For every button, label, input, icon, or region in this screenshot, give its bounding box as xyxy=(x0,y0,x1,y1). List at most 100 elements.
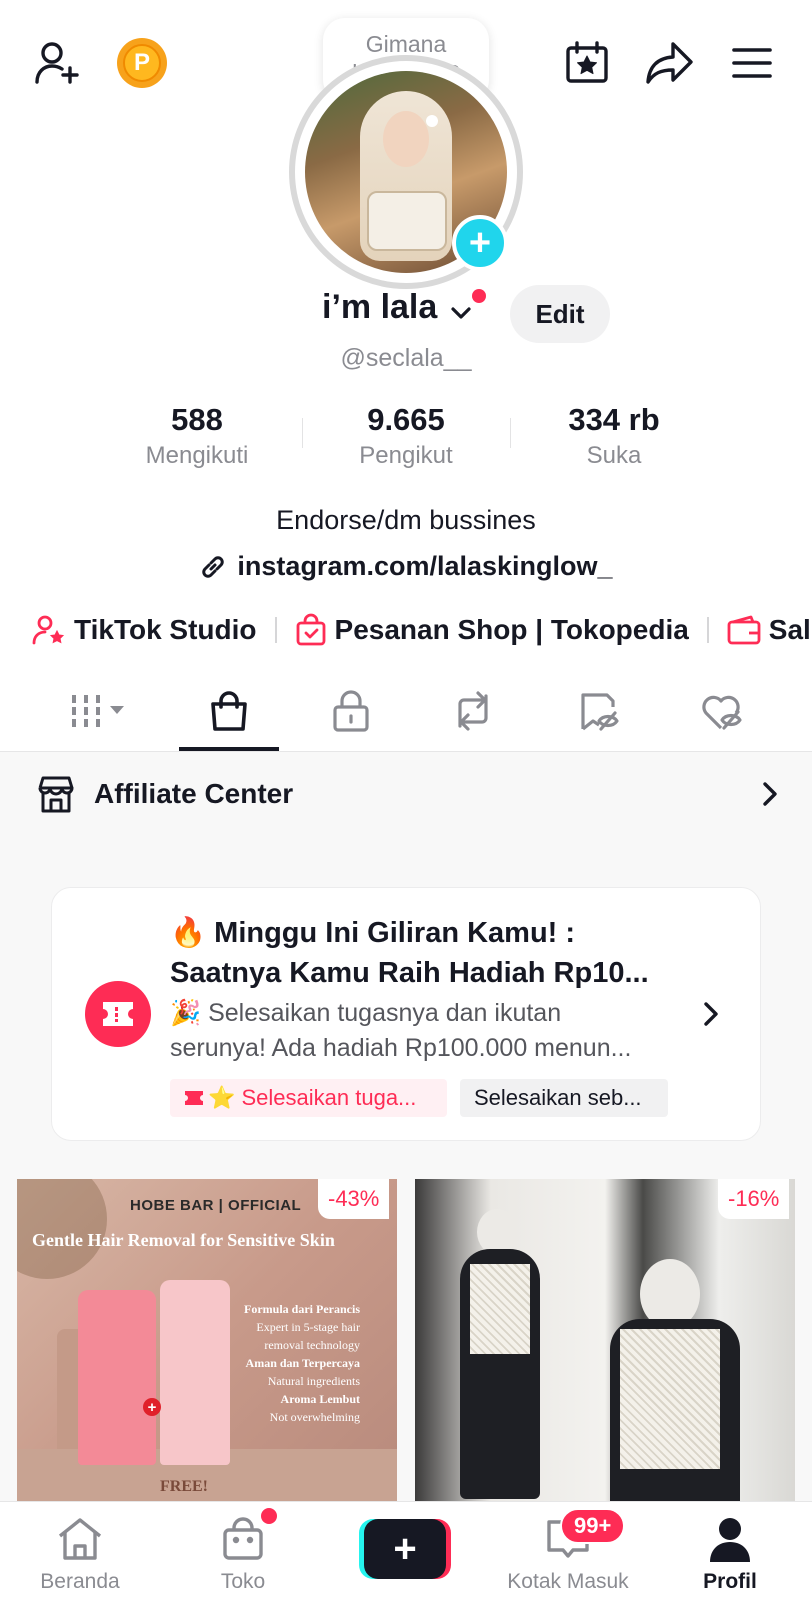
username-handle: @seclala__ xyxy=(340,344,472,372)
nav-home-label: Beranda xyxy=(40,1570,120,1593)
nav-shop-label: Toko xyxy=(220,1570,266,1593)
tab-favorites[interactable] xyxy=(544,670,654,752)
avatar-photo-face xyxy=(383,111,429,167)
product-feature: Aman dan Terpercaya xyxy=(245,1356,360,1370)
menu-button[interactable] xyxy=(728,40,776,86)
avatar-photo-bag xyxy=(367,191,447,251)
product-feature: Formula dari Perancis xyxy=(244,1302,360,1316)
tab-liked[interactable] xyxy=(666,670,776,752)
coin-icon: P xyxy=(123,44,161,82)
person-plus-icon xyxy=(35,42,79,84)
home-icon xyxy=(58,1518,102,1560)
product-tube-pink xyxy=(78,1290,156,1465)
stat-followers-label: Pengikut xyxy=(359,442,453,469)
product-feature: Natural ingredients xyxy=(267,1374,360,1388)
shortcut-shop-orders-label: Pesanan Shop | Tokopedia xyxy=(334,614,689,645)
product-feature: Aroma Lembut xyxy=(280,1392,360,1406)
tab-repost[interactable] xyxy=(418,670,528,752)
product-brand: HOBE BAR | OFFICIAL xyxy=(130,1197,302,1214)
nav-profile-label: Profil xyxy=(703,1570,757,1593)
coin-button[interactable]: P xyxy=(117,38,167,88)
shortcut-tiktok-studio-label: TikTok Studio xyxy=(74,614,257,645)
promo-secondary-chip[interactable]: Selesaikan seb... xyxy=(460,1079,668,1117)
shortcut-shop-orders[interactable]: Pesanan Shop | Tokopedia xyxy=(295,613,689,647)
product-feature: Expert in 5-stage hair xyxy=(256,1320,360,1334)
stat-followers-value: 9.665 xyxy=(367,402,445,437)
stat-following[interactable]: 588 Mengikuti xyxy=(92,400,302,472)
profile-icon xyxy=(710,1518,750,1562)
edit-profile-button[interactable]: Edit xyxy=(510,285,610,343)
product-free-label: FREE! xyxy=(160,1478,208,1495)
tab-private[interactable] xyxy=(296,670,406,752)
promo-title-line1: 🔥 Minggu Ini Giliran Kamu! : xyxy=(170,917,576,949)
calendar-button[interactable] xyxy=(562,38,612,88)
studio-person-icon xyxy=(32,615,65,645)
discount-badge: -16% xyxy=(718,1179,790,1219)
stat-likes-label: Suka xyxy=(586,442,642,469)
shortcut-divider xyxy=(274,617,277,643)
discount-badge: -43% xyxy=(318,1179,390,1219)
add-story-plus-icon[interactable]: + xyxy=(452,215,508,271)
shortcut-tiktok-studio[interactable]: TikTok Studio xyxy=(32,614,257,646)
promo-task-chip-label: ⭐ Selesaikan tuga... xyxy=(208,1085,417,1110)
affiliate-center-label: Affiliate Center xyxy=(94,778,294,809)
shop-notification-dot xyxy=(261,1508,277,1524)
profile-link-text: instagram.com/lalaskinglow_ xyxy=(237,551,613,581)
stat-following-label: Mengikuti xyxy=(145,442,249,469)
promo-desc-line1: 🎉 Selesaikan tugasnya dan ikutan xyxy=(170,999,562,1027)
promo-title-line2: Saatnya Kamu Raih Hadiah Rp10... xyxy=(170,957,649,989)
storefront-icon xyxy=(38,776,74,813)
tab-shop[interactable] xyxy=(174,670,284,752)
product-headline: Gentle Hair Removal for Sensitive Skin xyxy=(32,1230,335,1250)
shortcut-balance-label: Sal xyxy=(768,614,811,645)
promo-task-chip[interactable]: ⭐ Selesaikan tuga... xyxy=(170,1079,447,1117)
ticket-icon xyxy=(85,981,151,1047)
model-vest xyxy=(620,1329,720,1469)
shop-icon xyxy=(223,1517,263,1560)
create-plus-icon: + xyxy=(364,1519,446,1579)
create-post-button[interactable]: + xyxy=(359,1519,451,1579)
stat-likes[interactable]: 334 rb Suka xyxy=(509,400,719,472)
shop-bag-icon xyxy=(296,613,325,646)
promo-description: 🎉 Selesaikan tugasnya dan ikutan serunya… xyxy=(170,996,690,1066)
lock-icon xyxy=(333,690,369,732)
status-bubble-tail xyxy=(426,115,438,127)
plus-icon: + xyxy=(143,1398,161,1416)
stat-followers[interactable]: 9.665 Pengikut xyxy=(301,400,511,472)
product-tube-light xyxy=(160,1280,230,1465)
profile-tabs xyxy=(0,670,812,752)
chevron-down-icon[interactable] xyxy=(448,300,474,326)
nav-profile[interactable]: Profil xyxy=(660,1502,800,1600)
stat-likes-value: 334 rb xyxy=(568,402,660,437)
add-friend-button[interactable] xyxy=(30,38,84,88)
tab-grid[interactable] xyxy=(44,670,154,752)
chevron-right-icon[interactable] xyxy=(700,1000,722,1028)
model-vest xyxy=(470,1264,530,1354)
nav-shop[interactable]: Toko xyxy=(173,1502,313,1600)
wallet-icon xyxy=(727,615,761,645)
bio-text: Endorse/dm bussines xyxy=(276,505,536,535)
nav-home[interactable]: Beranda xyxy=(10,1502,150,1600)
share-button[interactable] xyxy=(644,38,696,88)
product-feature-list: Formula dari Perancis Expert in 5-stage … xyxy=(240,1300,360,1426)
profile-link[interactable]: instagram.com/lalaskinglow_ xyxy=(0,551,812,582)
nav-inbox-label: Kotak Masuk xyxy=(507,1570,629,1593)
display-name[interactable]: i’m lala xyxy=(322,288,437,327)
active-tab-indicator xyxy=(179,747,279,751)
promo-desc-line2: serunya! Ada hadiah Rp100.000 menun... xyxy=(170,1034,632,1062)
product-feature: removal technology xyxy=(264,1338,360,1352)
shortcut-balance[interactable]: Sal xyxy=(727,614,811,646)
share-arrow-icon xyxy=(646,42,693,84)
hamburger-menu-icon xyxy=(732,48,772,78)
chevron-right-icon xyxy=(763,782,777,806)
link-icon xyxy=(202,555,225,578)
product-card[interactable] xyxy=(415,1179,795,1501)
notification-dot xyxy=(472,289,486,303)
shortcut-row: TikTok Studio Pesanan Shop | Tokopedia S… xyxy=(32,607,811,653)
bookmark-hidden-icon xyxy=(581,693,619,731)
promo-title: 🔥 Minggu Ini Giliran Kamu! : Saatnya Kam… xyxy=(170,913,690,993)
ticket-small-icon xyxy=(185,1091,203,1105)
shopping-bag-icon xyxy=(211,691,247,731)
inbox-count-badge: 99+ xyxy=(560,1508,626,1544)
shortcut-divider xyxy=(706,617,709,643)
